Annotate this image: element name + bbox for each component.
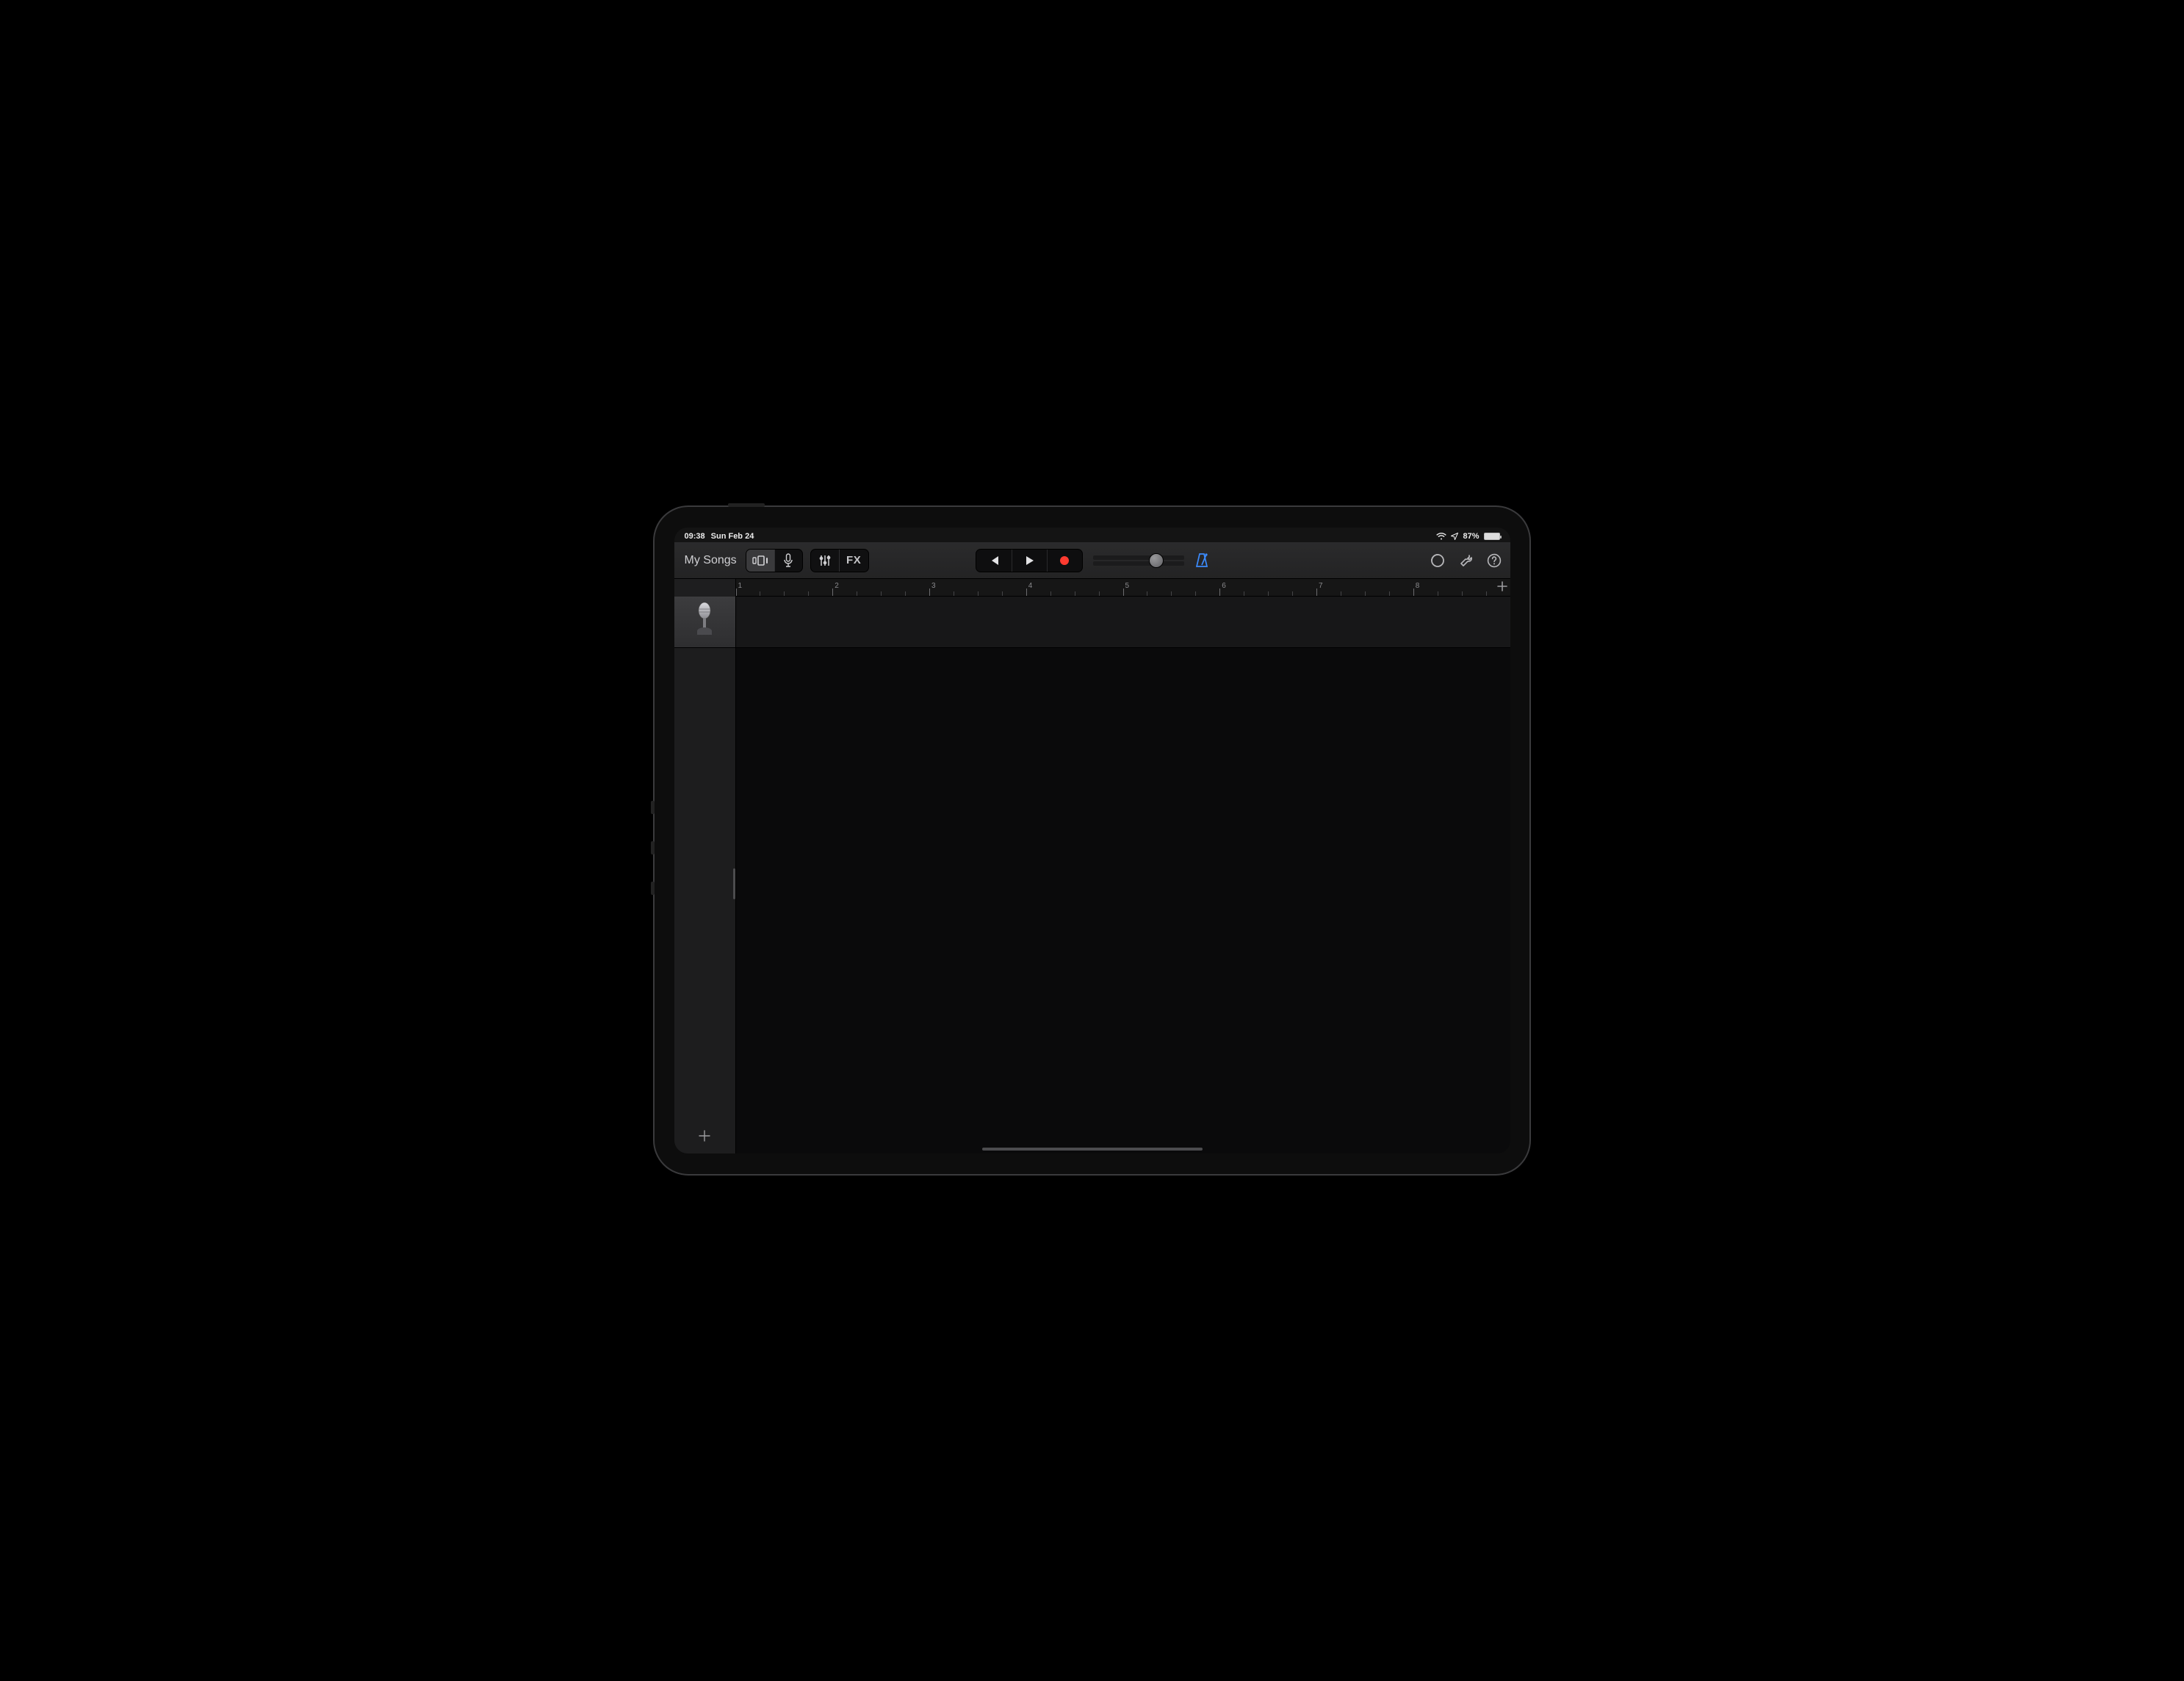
beat-tick <box>784 591 785 596</box>
loop-icon <box>1430 552 1446 569</box>
track-headers-sidebar <box>674 597 736 1153</box>
settings-wrench-icon <box>1459 553 1474 568</box>
metronome-icon <box>1194 552 1209 569</box>
arrange-empty-area <box>736 648 1510 1153</box>
audio-recorder-track-icon <box>691 602 718 642</box>
bar-tick <box>1219 588 1220 596</box>
bar-number: 7 <box>1319 582 1323 590</box>
bar-tick <box>736 588 737 596</box>
beat-tick <box>1195 591 1196 596</box>
instrument-view-button[interactable] <box>774 550 802 572</box>
meter-level <box>1093 555 1184 560</box>
beat-tick <box>1462 591 1463 596</box>
sliders-icon <box>818 554 832 567</box>
bar-number: 4 <box>1028 582 1033 590</box>
bar-tick <box>929 588 930 596</box>
bar-number: 8 <box>1416 582 1420 590</box>
controls-segment: FX <box>810 549 869 572</box>
physical-button <box>651 801 655 814</box>
beat-tick <box>1389 591 1390 596</box>
bar-number: 5 <box>1125 582 1130 590</box>
scrollbar-vertical[interactable] <box>733 868 735 899</box>
location-icon <box>1451 533 1458 540</box>
play-icon <box>1023 555 1035 566</box>
help-icon <box>1487 553 1502 568</box>
add-section-button[interactable] <box>1497 581 1507 595</box>
master-volume-slider[interactable] <box>1093 555 1184 566</box>
beat-tick <box>1292 591 1293 596</box>
play-button[interactable] <box>1012 550 1047 572</box>
go-to-beginning-button[interactable] <box>976 550 1012 572</box>
beat-tick <box>1268 591 1269 596</box>
beat-tick <box>1099 591 1100 596</box>
status-bar: 09:38 Sun Feb 24 87% <box>674 528 1510 542</box>
bar-tick <box>1413 588 1414 596</box>
ruler-area: 1 2 3 4 5 6 7 8 <box>674 579 1510 597</box>
my-songs-button[interactable]: My Songs <box>683 552 738 569</box>
status-date: Sun Feb 24 <box>711 532 754 541</box>
beat-tick <box>1002 591 1003 596</box>
status-battery-percent: 87% <box>1463 532 1479 541</box>
help-button[interactable] <box>1487 553 1502 568</box>
record-button[interactable] <box>1047 550 1082 572</box>
screen: 09:38 Sun Feb 24 87% My Songs <box>674 528 1510 1153</box>
workspace <box>674 597 1510 1153</box>
track-header[interactable] <box>674 597 735 648</box>
fx-button[interactable]: FX <box>839 550 868 572</box>
physical-button <box>728 503 765 507</box>
plus-icon <box>1497 581 1507 591</box>
record-icon <box>1059 555 1070 566</box>
add-track-button[interactable] <box>674 1118 735 1153</box>
bar-tick <box>1026 588 1027 596</box>
status-time: 09:38 <box>685 532 705 541</box>
loop-button[interactable] <box>1430 552 1446 569</box>
beat-tick <box>978 591 979 596</box>
browser-icon <box>752 555 768 566</box>
beat-tick <box>808 591 809 596</box>
bar-number: 6 <box>1222 582 1226 590</box>
physical-button <box>651 882 655 895</box>
beat-tick <box>1050 591 1051 596</box>
toolbar: My Songs <box>674 542 1510 579</box>
volume-knob[interactable] <box>1149 553 1164 568</box>
beat-tick <box>1365 591 1366 596</box>
device-frame: 09:38 Sun Feb 24 87% My Songs <box>638 491 1546 1190</box>
beat-tick <box>1171 591 1172 596</box>
bar-number: 1 <box>738 582 743 590</box>
metronome-button[interactable] <box>1194 552 1209 569</box>
bar-tick <box>1123 588 1124 596</box>
wifi-icon <box>1436 533 1446 540</box>
browser-view-button[interactable] <box>746 550 774 572</box>
arrange-area[interactable] <box>736 597 1510 1153</box>
bar-tick <box>832 588 833 596</box>
battery-icon <box>1484 533 1500 540</box>
bar-number: 3 <box>931 582 936 590</box>
bar-tick <box>1316 588 1317 596</box>
device-chassis: 09:38 Sun Feb 24 87% My Songs <box>653 505 1531 1176</box>
meter-level <box>1093 561 1184 566</box>
beat-tick <box>905 591 906 596</box>
settings-button[interactable] <box>1459 553 1474 568</box>
bar-number: 2 <box>835 582 839 590</box>
microphone-icon <box>783 553 793 568</box>
ruler-corner <box>674 579 736 597</box>
beat-tick <box>881 591 882 596</box>
track-controls-button[interactable] <box>811 550 839 572</box>
timeline-ruler[interactable]: 1 2 3 4 5 6 7 8 <box>736 579 1510 597</box>
beat-tick <box>1486 591 1487 596</box>
go-to-beginning-icon <box>988 555 1000 566</box>
transport-controls <box>976 549 1083 572</box>
track-lane[interactable] <box>736 597 1510 648</box>
physical-button <box>651 841 655 854</box>
view-segment <box>746 549 803 572</box>
plus-icon <box>699 1130 710 1142</box>
home-indicator[interactable] <box>982 1148 1203 1151</box>
